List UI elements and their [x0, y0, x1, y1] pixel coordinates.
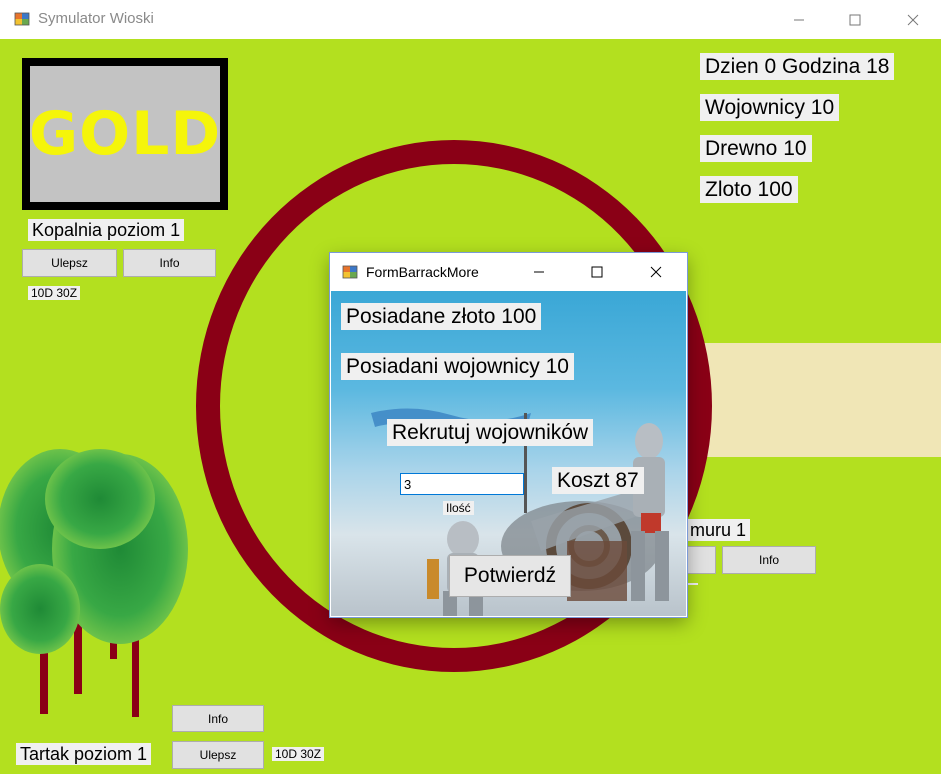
dialog-close-icon[interactable] — [627, 253, 685, 291]
owned-warriors-label: Posiadani wojownicy 10 — [341, 353, 574, 380]
sawmill-info-button[interactable]: Info — [172, 705, 264, 732]
dialog-maximize-icon[interactable] — [568, 253, 626, 291]
gold-label: Zloto 100 — [700, 176, 798, 203]
owned-gold-label: Posiadane złoto 100 — [341, 303, 542, 330]
warriors-label: Wojownicy 10 — [700, 94, 840, 121]
mine-upgrade-button[interactable]: Ulepsz — [22, 249, 117, 277]
gold-image-text: GOLD — [28, 99, 222, 169]
maximize-icon[interactable] — [826, 0, 884, 39]
wall-level-label: muru 1 — [686, 519, 751, 541]
dialog-app-icon — [342, 265, 358, 279]
gold-mine-image[interactable]: GOLD — [22, 58, 228, 210]
sawmill-upgrade-button[interactable]: Ulepsz — [172, 741, 264, 769]
wall-cost-label — [686, 583, 698, 585]
sawmill-level-label: Tartak poziom 1 — [16, 743, 152, 765]
wall-info-button[interactable]: Info — [722, 546, 816, 574]
cost-label: Koszt 87 — [552, 467, 644, 494]
mine-cost-label: 10D 30Z — [28, 286, 81, 300]
barrack-dialog: FormBarrackMore Posiadane złoto 100 Posi… — [330, 253, 687, 617]
wall-upgrade-button[interactable] — [686, 546, 716, 574]
close-icon[interactable] — [884, 0, 941, 39]
main-title-bar: Symulator Wioski — [0, 0, 941, 39]
confirm-button[interactable]: Potwierdź — [449, 555, 571, 597]
recruit-warriors-label: Rekrutuj wojowników — [387, 419, 594, 446]
sawmill-cost-label: 10D 30Z — [272, 747, 325, 761]
forest — [0, 449, 188, 717]
dialog-minimize-icon[interactable] — [510, 253, 568, 291]
road — [700, 343, 941, 457]
wood-label: Drewno 10 — [700, 135, 812, 162]
minimize-icon[interactable] — [770, 0, 828, 39]
quantity-input[interactable] — [400, 473, 524, 495]
dialog-title: FormBarrackMore — [366, 264, 479, 280]
window-title: Symulator Wioski — [38, 10, 154, 27]
dialog-title-bar: FormBarrackMore — [330, 253, 687, 291]
dialog-body: Posiadane złoto 100 Posiadani wojownicy … — [331, 291, 686, 616]
day-hour-label: Dzien 0 Godzina 18 — [700, 53, 895, 80]
mine-level-label: Kopalnia poziom 1 — [28, 219, 185, 241]
quantity-label: Ilość — [443, 501, 474, 515]
mine-info-button[interactable]: Info — [123, 249, 216, 277]
app-icon — [14, 12, 30, 26]
